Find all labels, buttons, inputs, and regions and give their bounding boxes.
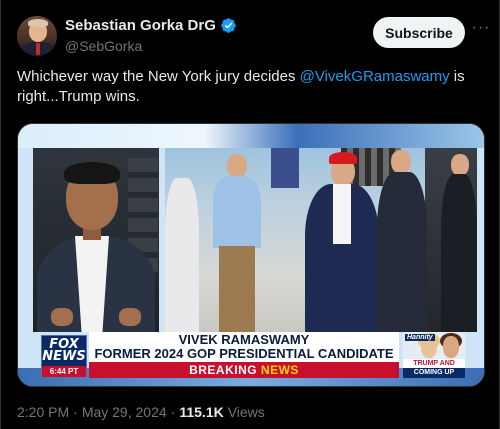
more-options-icon[interactable]: ··· — [471, 20, 491, 41]
tweet-text: Whichever way the New York jury decides … — [17, 67, 487, 107]
meta-separator: · — [170, 404, 176, 420]
video-guest-panel — [33, 148, 159, 332]
video-player[interactable]: FOX NEWS 6:44 PT VIVEK RAMASWAMY FORMER … — [17, 123, 485, 387]
avatar[interactable] — [17, 16, 57, 56]
news-chyron: FOX NEWS 6:44 PT VIVEK RAMASWAMY FORMER … — [41, 332, 465, 378]
broadcast-clock: 6:44 PT — [42, 366, 86, 377]
mention-link[interactable]: @VivekGRamaswamy — [300, 68, 450, 85]
video-scene-panel — [165, 148, 477, 332]
meta-separator: · — [73, 404, 78, 420]
tweet-time[interactable]: 2:20 PM — [17, 404, 69, 420]
author-display-name[interactable]: Sebastian Gorka DrG — [65, 17, 216, 34]
tweet-date[interactable]: May 29, 2024 — [82, 404, 167, 420]
views-label: Views — [227, 404, 265, 420]
author-name-row[interactable]: Sebastian Gorka DrG — [65, 17, 237, 34]
chyron-name: VIVEK RAMASWAMY — [178, 332, 310, 347]
views-count: 115.1K — [179, 404, 224, 420]
tweet-meta: 2:20 PM · May 29, 2024 · 115.1K Views — [17, 404, 265, 420]
tweet: Sebastian Gorka DrG @SebGorka Subscribe … — [0, 0, 500, 429]
fox-news-logo: FOX NEWS 6:44 PT — [41, 335, 87, 377]
promo-line2: COMING UP — [403, 368, 465, 378]
verified-badge-icon — [221, 18, 236, 33]
promo-show-name: Hannity — [405, 334, 435, 341]
author-handle[interactable]: @SebGorka — [65, 38, 142, 54]
video-graphic-top — [18, 124, 484, 148]
show-promo: Hannity TRUMP AND CARTER COMING UP — [403, 332, 465, 378]
breaking-news-bar: BREAKING NEWS — [89, 362, 399, 378]
chyron-title: FORMER 2024 GOP PRESIDENTIAL CANDIDATE — [94, 346, 394, 361]
tweet-text-before: Whichever way the New York jury decides — [17, 68, 300, 85]
subscribe-button[interactable]: Subscribe — [373, 17, 465, 48]
promo-line1: TRUMP AND CARTER — [403, 359, 465, 376]
